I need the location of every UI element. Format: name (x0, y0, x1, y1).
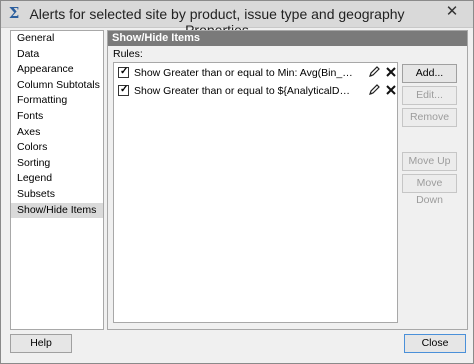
nav-item-appearance[interactable]: Appearance (11, 62, 103, 78)
nav-item-legend[interactable]: Legend (11, 171, 103, 187)
nav-item-sorting[interactable]: Sorting (11, 156, 103, 172)
pencil-edit-icon[interactable] (367, 65, 381, 79)
add-rule-button[interactable]: Add... (402, 64, 457, 83)
properties-nav-list: General Data Appearance Column Subtotals… (10, 30, 104, 330)
nav-item-subsets[interactable]: Subsets (11, 187, 103, 203)
nav-item-colors[interactable]: Colors (11, 140, 103, 156)
rules-label: Rules: (113, 48, 143, 60)
rule-text: Show Greater than or equal to ${Analytic… (134, 85, 354, 97)
check-icon: ✓ (120, 84, 129, 95)
nav-item-show-hide-items[interactable]: Show/Hide Items (11, 202, 103, 219)
edit-rule-button[interactable]: Edit... (402, 86, 457, 105)
close-window-icon[interactable]: ✕ (431, 1, 473, 23)
delete-x-icon[interactable] (384, 65, 398, 79)
delete-x-icon[interactable] (384, 83, 398, 97)
help-button[interactable]: Help (10, 334, 72, 353)
rule-row[interactable]: ✓ Show Greater than or equal to Min: Avg… (118, 65, 398, 82)
rule-row[interactable]: ✓ Show Greater than or equal to ${Analyt… (118, 83, 398, 100)
nav-item-fonts[interactable]: Fonts (11, 109, 103, 125)
close-button[interactable]: Close (404, 334, 466, 353)
nav-item-column-subtotals[interactable]: Column Subtotals (11, 78, 103, 94)
properties-dialog: Σ Alerts for selected site by product, i… (0, 0, 474, 364)
title-bar: Σ Alerts for selected site by product, i… (1, 1, 473, 38)
nav-item-axes[interactable]: Axes (11, 125, 103, 141)
show-hide-items-panel: Show/Hide Items Rules: ✓ Show Greater th… (107, 30, 468, 330)
nav-item-general[interactable]: General (11, 31, 103, 47)
move-down-button[interactable]: Move Down (402, 174, 457, 206)
nav-item-formatting[interactable]: Formatting (11, 93, 103, 109)
move-up-button[interactable]: Move Up (402, 152, 457, 171)
rule-text: Show Greater than or equal to Min: Avg(B… (134, 67, 354, 79)
rule-checkbox[interactable]: ✓ (118, 66, 129, 78)
pencil-edit-icon[interactable] (367, 83, 381, 97)
nav-item-data[interactable]: Data (11, 47, 103, 63)
check-icon: ✓ (120, 66, 129, 77)
rules-list: ✓ Show Greater than or equal to Min: Avg… (113, 62, 398, 323)
rule-checkbox[interactable]: ✓ (118, 84, 129, 96)
panel-header: Show/Hide Items (108, 31, 467, 46)
remove-rule-button[interactable]: Remove (402, 108, 457, 127)
